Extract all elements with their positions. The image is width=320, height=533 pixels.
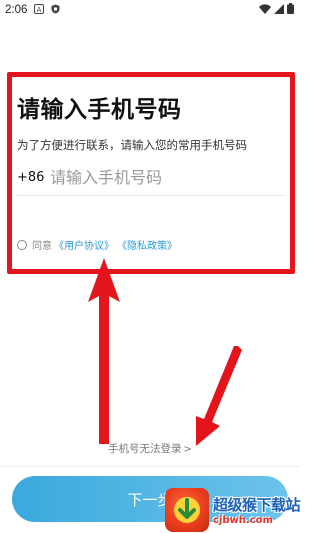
watermark-url: cjbwh.com: [213, 515, 273, 526]
watermark-text: 超级猴下载站 cjbwh.com: [213, 494, 301, 526]
battery-icon: [287, 3, 294, 17]
phone-input-row: +86: [17, 160, 285, 196]
page-title: 请输入手机号码: [17, 97, 182, 123]
cannot-login-link[interactable]: 手机号无法登录 >: [0, 441, 300, 456]
watermark-logo-icon: [165, 488, 209, 532]
status-bar: 2:06 A: [0, 0, 300, 20]
watermark: 超级猴下载站 cjbwh.com: [165, 487, 301, 533]
agreement-row: 同意 《用户协议》 《隐私政策》: [17, 237, 180, 252]
svg-text:A: A: [37, 6, 42, 14]
user-agreement-link[interactable]: 《用户协议》: [54, 237, 114, 252]
signal-icon: [274, 3, 284, 17]
cannot-login-label: 手机号无法登录: [108, 443, 182, 455]
country-code[interactable]: +86: [17, 170, 50, 185]
agreement-radio[interactable]: [17, 239, 27, 250]
chevron-right-icon: >: [183, 444, 192, 455]
phone-input[interactable]: [50, 168, 270, 187]
font-a-icon: A: [34, 3, 45, 17]
privacy-policy-link[interactable]: 《隐私政策》: [117, 237, 177, 252]
watermark-title: 超级猴下载站: [213, 496, 301, 514]
page-subtitle: 为了方便进行联系，请输入您的常用手机号码: [17, 138, 247, 152]
wifi-icon: [259, 3, 271, 17]
status-time: 2:06: [5, 4, 28, 16]
arrow-up-icon: [88, 258, 120, 444]
shield-icon: [51, 4, 60, 17]
agreement-prefix: 同意: [32, 241, 52, 252]
divider: [0, 466, 300, 467]
arrow-down-icon: [196, 346, 242, 446]
